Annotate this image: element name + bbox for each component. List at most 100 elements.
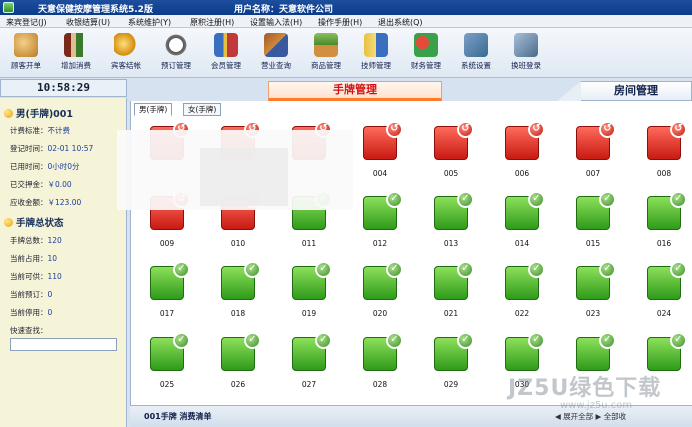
hand-card-016[interactable]: ✓	[647, 191, 687, 232]
tab-hand-card-management[interactable]: 手牌管理	[268, 81, 442, 101]
hand-card-slot-32[interactable]: ✓	[647, 332, 687, 373]
menu-registration[interactable]: 原积注册(H)	[190, 17, 234, 28]
toolbar-shift-login-button[interactable]: 换班登录	[504, 31, 548, 75]
menu-input-method[interactable]: 设置输入法(H)	[250, 17, 302, 28]
hand-card-number: 006	[514, 169, 530, 178]
menu-exit[interactable]: 退出系统(Q)	[378, 17, 423, 28]
hand-card-007[interactable]: ↺	[576, 121, 616, 162]
hand-card-028[interactable]: ✓	[363, 332, 403, 373]
hand-card-006[interactable]: ↺	[505, 121, 545, 162]
hand-card-014[interactable]: ✓	[505, 191, 545, 232]
info-row-amount-due: 应收金额：￥123.00	[10, 198, 82, 207]
hand-card-number: 025	[159, 380, 175, 389]
hand-card-025[interactable]: ✓	[150, 332, 190, 373]
check-icon: ✓	[386, 191, 403, 208]
hand-card-022[interactable]: ✓	[505, 261, 545, 302]
menu-bar: 来宾登记(J) 收银结算(U) 系统维护(Y) 原积注册(H) 设置输入法(H)…	[0, 15, 692, 28]
hand-card-number: 013	[443, 239, 459, 248]
hand-card-number: 022	[514, 309, 530, 318]
info-row-used-time: 已用时间：0小时0分	[10, 162, 80, 171]
subtab-female[interactable]: 女(手牌)	[183, 103, 222, 116]
hand-card-number: 018	[230, 309, 246, 318]
company-name: 用户名称：天意软件公司	[234, 5, 334, 15]
menu-system-maintenance[interactable]: 系统维护(Y)	[128, 17, 171, 28]
hand-card-number: 015	[585, 239, 601, 248]
settings-icon	[464, 33, 488, 57]
menu-checkout[interactable]: 收银结算(U)	[66, 17, 110, 28]
toolbar-reservation-button[interactable]: 预订管理	[154, 31, 198, 75]
hand-card-020[interactable]: ✓	[363, 261, 403, 302]
stat-row-total: 手牌总数：120	[10, 236, 62, 245]
watermark: JZ5U绿色下载	[508, 376, 662, 401]
toolbar-member-button[interactable]: 会员管理	[204, 31, 248, 75]
info-row-billing: 计费标准：不计费	[10, 126, 70, 135]
left-info-panel: 男(手牌)001 计费标准：不计费 登记时间：02-01 10:57 已用时间：…	[0, 98, 127, 427]
check-icon: ✓	[528, 332, 545, 349]
hand-card-number: 005	[443, 169, 459, 178]
handshake-icon	[514, 33, 538, 57]
hand-card-030[interactable]: ✓	[505, 332, 545, 373]
hand-card-024[interactable]: ✓	[647, 261, 687, 302]
hand-card-027[interactable]: ✓	[292, 332, 332, 373]
hand-card-number: 010	[230, 239, 246, 248]
hand-card-012[interactable]: ✓	[363, 191, 403, 232]
hand-card-number: 008	[656, 169, 672, 178]
menu-manual[interactable]: 操作手册(H)	[318, 17, 362, 28]
coins-icon	[114, 33, 138, 57]
subtab-male[interactable]: 男(手牌)	[134, 103, 173, 116]
quick-search-label: 快速查找：	[10, 326, 48, 335]
toolbar-checkout-button[interactable]: 宾客结帐	[104, 31, 148, 75]
key-icon	[14, 33, 38, 57]
hand-card-number: 016	[656, 239, 672, 248]
toolbar-open-order-button[interactable]: 顾客开单	[4, 31, 48, 75]
toolbar-finance-button[interactable]: 财务管理	[404, 31, 448, 75]
check-icon: ✓	[244, 332, 261, 349]
consumption-list-title: 001手牌 消费清单	[144, 412, 212, 421]
hand-card-029[interactable]: ✓	[434, 332, 474, 373]
hand-card-005[interactable]: ↺	[434, 121, 474, 162]
current-card-heading: 男(手牌)001	[4, 106, 73, 120]
hand-card-004[interactable]: ↺	[363, 121, 403, 162]
check-icon: ✓	[315, 261, 332, 278]
search-books-icon	[264, 33, 288, 57]
info-row-register-time: 登记时间：02-01 10:57	[10, 144, 94, 153]
hand-card-023[interactable]: ✓	[576, 261, 616, 302]
expand-collapse-controls[interactable]: ◀ 展开全部 ▶ 全部收	[555, 411, 626, 422]
hand-card-slot-31[interactable]: ✓	[576, 332, 616, 373]
hand-card-number: 027	[301, 380, 317, 389]
hand-card-021[interactable]: ✓	[434, 261, 474, 302]
hand-card-008[interactable]: ↺	[647, 121, 687, 162]
check-icon: ✓	[173, 332, 190, 349]
toolbar-goods-button[interactable]: 商品管理	[304, 31, 348, 75]
hand-card-018[interactable]: ✓	[221, 261, 261, 302]
toolbar-business-query-button[interactable]: 营业查询	[254, 31, 298, 75]
hand-card-number: 012	[372, 239, 388, 248]
gift-icon	[214, 33, 238, 57]
hand-card-number: 020	[372, 309, 388, 318]
title-bar: 天意保健按摩管理系统5.2版 用户名称：天意软件公司	[0, 0, 692, 15]
hand-card-019[interactable]: ✓	[292, 261, 332, 302]
finance-icon	[414, 33, 438, 57]
app-icon	[3, 2, 14, 13]
technician-icon	[364, 33, 388, 57]
hand-card-015[interactable]: ✓	[576, 191, 616, 232]
toolbar-settings-button[interactable]: 系统设置	[454, 31, 498, 75]
check-icon: ✓	[173, 261, 190, 278]
hand-card-013[interactable]: ✓	[434, 191, 474, 232]
hand-card-number: 011	[301, 239, 317, 248]
status-dot-icon	[4, 109, 13, 118]
stat-row-occupied: 当前占用：10	[10, 254, 58, 263]
tab-room-management[interactable]: 房间管理	[557, 81, 692, 101]
hand-card-017[interactable]: ✓	[150, 261, 190, 302]
occupied-icon: ↺	[386, 121, 403, 138]
occupied-icon: ↺	[457, 121, 474, 138]
toolbar-technician-button[interactable]: 技师管理	[354, 31, 398, 75]
check-icon: ✓	[244, 261, 261, 278]
quick-search-input[interactable]	[10, 338, 117, 351]
hand-card-number: 009	[159, 239, 175, 248]
menu-guest-register[interactable]: 来宾登记(J)	[6, 17, 47, 28]
hand-card-number: 017	[159, 309, 175, 318]
hand-card-026[interactable]: ✓	[221, 332, 261, 373]
check-icon: ✓	[528, 191, 545, 208]
toolbar-add-consumption-button[interactable]: 增加消费	[54, 31, 98, 75]
